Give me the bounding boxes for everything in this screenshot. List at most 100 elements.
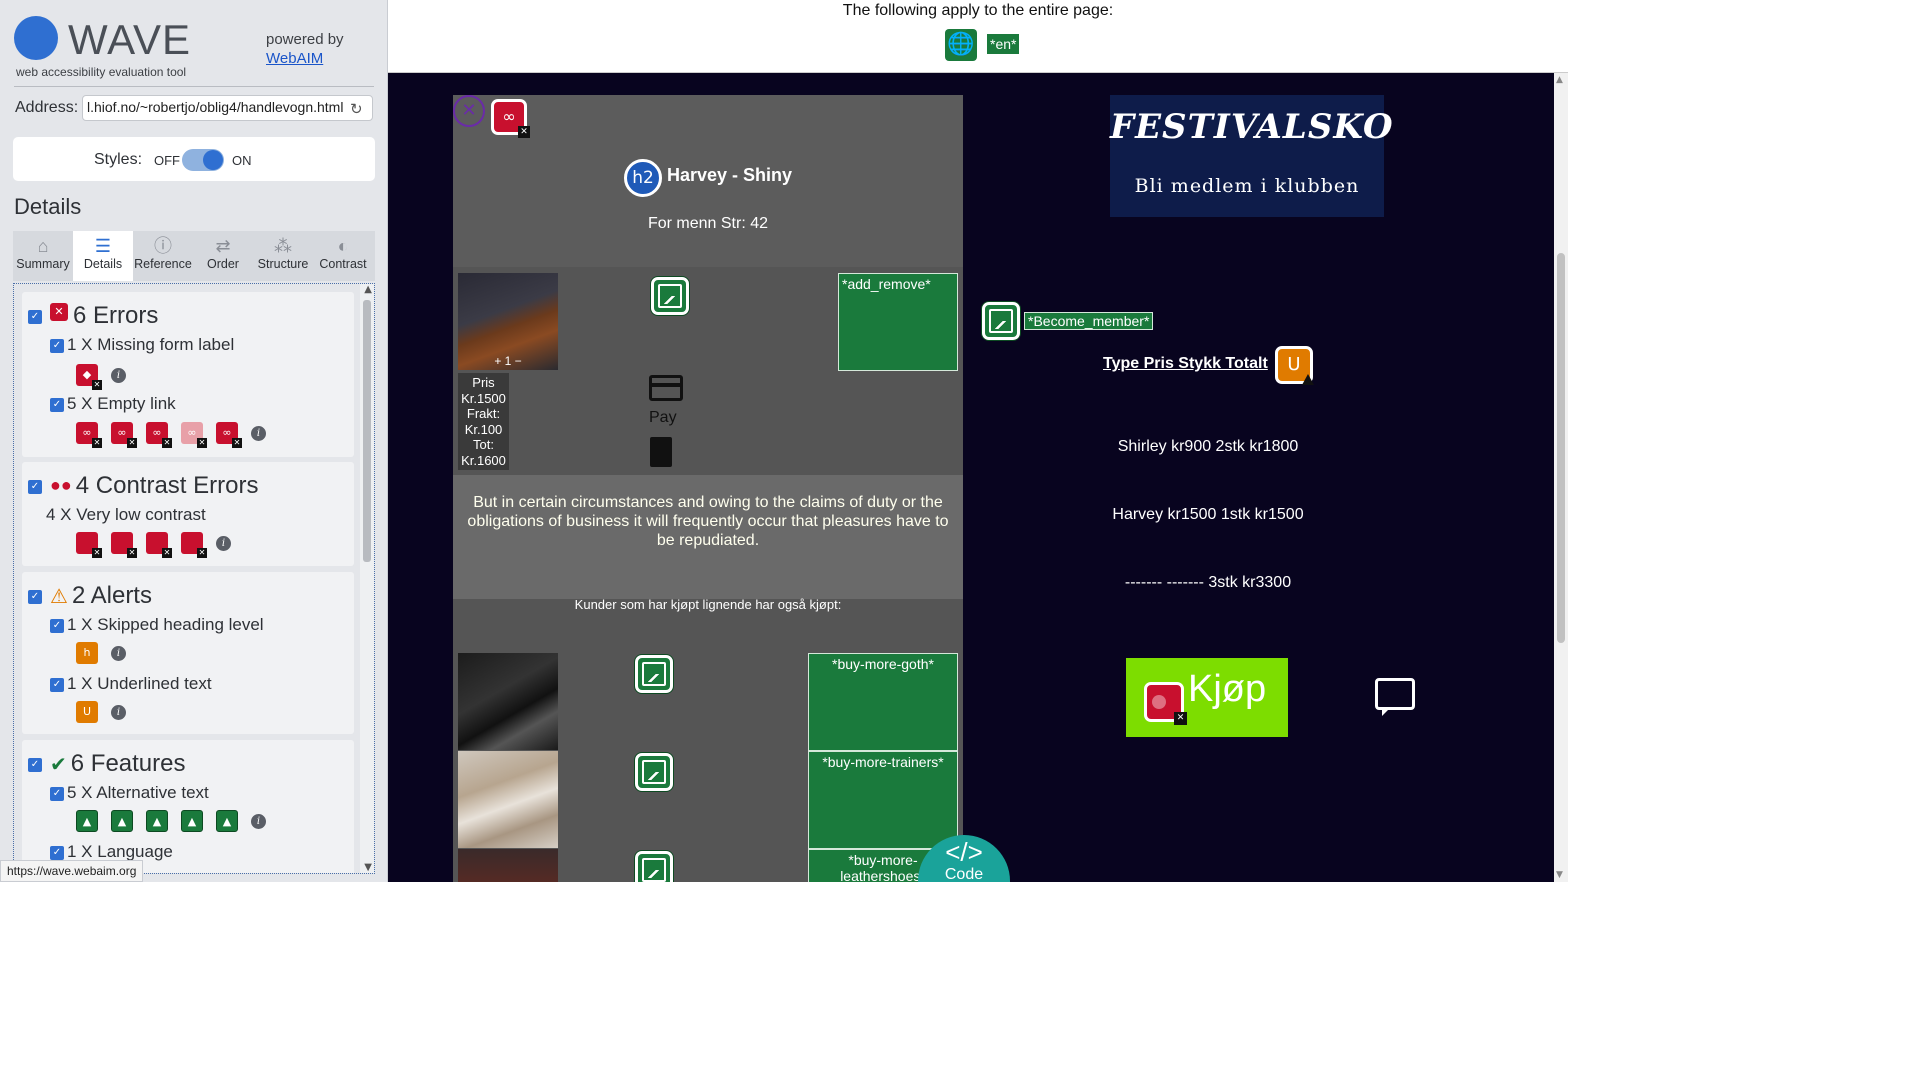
upsell-goth-box[interactable]: *buy-more-goth*: [808, 653, 958, 751]
page-scrollbar[interactable]: ▲ ▼: [1554, 73, 1568, 882]
code-button[interactable]: </> Code: [918, 835, 1010, 882]
alt-text-icon[interactable]: [982, 302, 1020, 340]
upsell-trainers-box[interactable]: *buy-more-trainers*: [808, 751, 958, 849]
errors-checkbox[interactable]: ✓: [28, 309, 42, 324]
scroll-thumb[interactable]: [1557, 253, 1565, 643]
underline-alert-icon[interactable]: U: [76, 701, 98, 723]
errors-group: ✓ ✕ 6 Errors ✓ 1 X Missing form label ◆ ✕ i …: [22, 292, 354, 457]
alt-text-icon[interactable]: ▲: [146, 810, 168, 832]
item-checkbox[interactable]: ✓: [50, 618, 64, 633]
alerts-checkbox[interactable]: ✓: [28, 589, 42, 604]
alt-text-icon[interactable]: [635, 655, 673, 693]
close-icon[interactable]: ✕: [453, 95, 485, 127]
info-icon[interactable]: i: [111, 645, 126, 661]
contrast-error-icon[interactable]: ✕: [181, 532, 207, 558]
empty-link-item[interactable]: ✓ 5 X Empty link: [50, 394, 176, 414]
empty-link-icon[interactable]: ∞ ✕: [146, 422, 172, 448]
form-label-error-icon[interactable]: ◆ ✕: [76, 364, 102, 390]
styles-toggle[interactable]: [182, 149, 224, 171]
contrast-error-icon[interactable]: ✕: [146, 532, 172, 558]
credit-card-icon[interactable]: [649, 375, 683, 401]
scroll-thumb[interactable]: [363, 300, 371, 562]
low-contrast-item[interactable]: 4 X Very low contrast: [46, 505, 206, 525]
heading-alert-icon[interactable]: h: [76, 642, 98, 664]
scroll-down-icon[interactable]: ▼: [1556, 870, 1563, 880]
apple-pay-button[interactable]: Pay: [649, 409, 677, 427]
buy-button[interactable]: ✕ Kjøp: [1126, 658, 1288, 737]
language-item[interactable]: ✓ 1 X Language: [50, 842, 173, 862]
tab-contrast[interactable]: ◐ Contrast: [313, 231, 373, 281]
tab-label: Order: [207, 257, 239, 271]
scroll-down-icon[interactable]: ▼: [364, 862, 372, 873]
chat-icon[interactable]: [1375, 678, 1415, 716]
empty-link-icon[interactable]: ∞ ✕: [111, 422, 137, 448]
tab-details[interactable]: ☰ Details: [73, 231, 133, 281]
tab-summary[interactable]: ⌂ Summary: [13, 231, 73, 281]
alt-text-icon[interactable]: [651, 277, 689, 315]
invoice-icon[interactable]: [650, 437, 672, 467]
alt-text-icon[interactable]: ▲: [76, 810, 98, 832]
reload-icon[interactable]: ↻: [350, 100, 363, 118]
empty-link-icon[interactable]: ∞ ✕: [216, 422, 242, 448]
contrast-error-icon[interactable]: ✕: [1144, 682, 1187, 725]
address-input[interactable]: l.hiof.no/~robertjo/oblig4/handlevogn.ht…: [82, 95, 373, 121]
alt-text-icon[interactable]: ▲: [216, 810, 238, 832]
item-checkbox[interactable]: ✓: [50, 338, 64, 353]
info-icon[interactable]: i: [251, 813, 266, 829]
group-title: 6 Errors: [73, 302, 159, 329]
item-checkbox[interactable]: ✓: [50, 786, 64, 801]
details-panel[interactable]: ✓ ✕ 6 Errors ✓ 1 X Missing form label ◆ ✕ i …: [13, 283, 375, 874]
tab-reference[interactable]: ⓘ Reference: [133, 231, 193, 281]
item-checkbox[interactable]: ✓: [50, 845, 64, 860]
empty-link-icon[interactable]: ∞ ✕: [181, 422, 207, 448]
group-title: 6 Features: [70, 750, 186, 777]
contrast-checkbox[interactable]: ✓: [28, 479, 42, 494]
errors-title[interactable]: ✓ ✕ 6 Errors: [28, 302, 158, 330]
add-remove-box[interactable]: *add_remove*: [838, 273, 958, 371]
contrast-error-icon[interactable]: ✕: [76, 532, 102, 558]
globe-icon[interactable]: 🌐: [945, 29, 977, 61]
info-icon[interactable]: i: [251, 425, 266, 441]
check-circle-icon: ✔: [50, 754, 67, 776]
contrast-title[interactable]: ✓ ●● 4 Contrast Errors: [28, 472, 258, 500]
features-checkbox[interactable]: ✓: [28, 757, 42, 772]
warning-icon: [1302, 374, 1314, 385]
features-title[interactable]: ✓ ✔ 6 Features: [28, 750, 186, 778]
styles-on-label: ON: [232, 153, 252, 168]
empty-link-error-icon[interactable]: ∞ ✕: [491, 99, 530, 138]
alt-text-icon[interactable]: ▲: [181, 810, 203, 832]
alt-text-icon[interactable]: ▲: [111, 810, 133, 832]
info-icon[interactable]: i: [216, 535, 231, 551]
error-icon: ✕: [50, 303, 68, 321]
festival-banner[interactable]: FESTIVALSKO Bli medlem i klubben: [1110, 95, 1393, 217]
contrast-error-icon[interactable]: ✕: [111, 532, 137, 558]
alerts-title[interactable]: ✓ ⚠ 2 Alerts: [28, 582, 152, 610]
empty-link-icon[interactable]: ∞ ✕: [76, 422, 102, 448]
webaim-link[interactable]: WebAIM: [266, 50, 323, 67]
panel-scrollbar[interactable]: ▲ ▼: [360, 284, 374, 873]
alt-text-item[interactable]: ✓ 5 X Alternative text: [50, 783, 209, 803]
missing-form-label-item[interactable]: ✓ 1 X Missing form label: [50, 335, 234, 355]
alt-text-icon[interactable]: [635, 753, 673, 791]
item-checkbox[interactable]: ✓: [50, 677, 64, 692]
styles-off-label: OFF: [154, 153, 180, 168]
underlined-text-item[interactable]: ✓ 1 X Underlined text: [50, 674, 212, 694]
underline-alert-icon[interactable]: U: [1275, 346, 1314, 385]
become-member-tag[interactable]: *Become_member*: [1024, 312, 1154, 330]
details-heading: Details: [14, 194, 82, 219]
language-tag[interactable]: *en*: [987, 34, 1020, 54]
scroll-up-icon[interactable]: ▲: [1556, 75, 1563, 85]
info-icon[interactable]: i: [111, 367, 126, 383]
scroll-up-icon[interactable]: ▲: [364, 284, 372, 295]
item-checkbox[interactable]: ✓: [50, 397, 64, 412]
skipped-heading-item[interactable]: ✓ 1 X Skipped heading level: [50, 615, 264, 635]
info-icon[interactable]: i: [111, 704, 126, 720]
icon-row: ✕ ✕ ✕ ✕ i: [76, 532, 231, 558]
cart-line: Shirley kr900 2stk kr1800: [1117, 438, 1299, 455]
page-level-text: The following apply to the entire page:: [842, 2, 1114, 19]
tab-order[interactable]: ⇄ Order: [193, 231, 253, 281]
tab-structure[interactable]: ⁂ Structure: [253, 231, 313, 281]
quantity-stepper[interactable]: + 1 −: [458, 354, 558, 368]
alt-text-icon[interactable]: [635, 851, 673, 882]
heading-h2-icon[interactable]: h2: [624, 159, 662, 197]
